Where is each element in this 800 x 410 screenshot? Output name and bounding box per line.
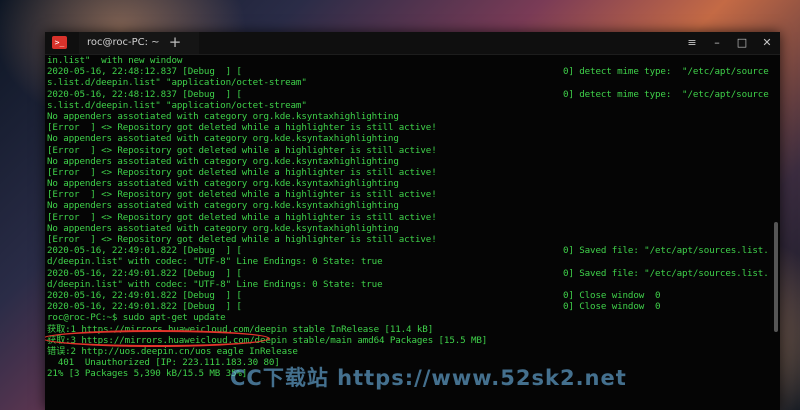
terminal-line-text: 2020-05-16, 22:49:01.822 [Debug ] [ [47,289,242,301]
terminal-line-text: No appenders assotiated with category or… [47,110,399,122]
terminal-line: [Error ] <> Repository got deleted while… [45,145,773,156]
terminal-line: No appenders assotiated with category or… [45,133,773,144]
terminal-line: 2020-05-16, 22:48:12.837 [Debug ] [ 0] de… [45,66,773,77]
terminal-line-right-text: 0] Saved file: "/etc/apt/sources.list. [563,245,769,257]
terminal-line-text: [Error ] <> Repository got deleted while… [47,211,437,223]
terminal-line: s.list.d/deepin.list" "application/octet… [45,77,773,88]
terminal-line-text: No appenders assotiated with category or… [47,133,399,145]
terminal-line-text: No appenders assotiated with category or… [47,155,399,167]
menu-icon[interactable]: ≡ [680,32,704,54]
terminal-line: roc@roc-PC:~$ sudo apt-get update [45,312,773,323]
terminal-line: s.list.d/deepin.list" "application/octet… [45,100,773,111]
terminal-line-right-text: 0] Close window 0 [563,301,661,313]
terminal-window: >_ roc@roc-PC: ~ + ≡ – □ ✕ in.list" with… [45,32,780,410]
highlight-oval [45,330,270,347]
scrollbar[interactable] [774,222,778,332]
terminal-line: d/deepin.list" with codec: "UTF-8" Line … [45,279,773,290]
terminal-line: [Error ] <> Repository got deleted while… [45,189,773,200]
terminal-line: [Error ] <> Repository got deleted while… [45,234,773,245]
terminal-line-text: [Error ] <> Repository got deleted while… [47,122,437,134]
terminal-line-text: No appenders assotiated with category or… [47,178,399,190]
title-bar: >_ roc@roc-PC: ~ + ≡ – □ ✕ [45,32,780,55]
terminal-line: [Error ] <> Repository got deleted while… [45,167,773,178]
terminal-line: 2020-05-16, 22:49:01.822 [Debug ] [ 0] Sa… [45,245,773,256]
terminal-line: [Error ] <> Repository got deleted while… [45,122,773,133]
terminal-line-text: roc@roc-PC:~$ sudo apt-get update [47,312,226,324]
terminal-line-text: 2020-05-16, 22:49:01.822 [Debug ] [ [47,301,242,313]
terminal-line-right-text: 0] detect mime type: "/etc/apt/source [563,88,769,100]
terminal-line-right-text: 0] detect mime type: "/etc/apt/source [563,66,769,78]
terminal-output[interactable]: in.list" with new window 2020-05-16, 22:4… [45,55,773,410]
terminal-line-text: 2020-05-16, 22:48:12.837 [Debug ] [ [47,88,242,100]
terminal-line-right-text: 0] Saved file: "/etc/apt/sources.list. [563,267,769,279]
terminal-line: d/deepin.list" with codec: "UTF-8" Line … [45,256,773,267]
terminal-line-text: 21% [3 Packages 5,390 kB/15.5 MB 35%] [47,368,248,380]
terminal-line: No appenders assotiated with category or… [45,156,773,167]
terminal-line: in.list" with new window [45,55,773,66]
close-button[interactable]: ✕ [755,32,779,54]
terminal-line-text: No appenders assotiated with category or… [47,222,399,234]
terminal-line: 2020-05-16, 22:49:01.822 [Debug ] [ 0] Cl… [45,301,773,312]
terminal-line-text: [Error ] <> Repository got deleted while… [47,234,437,245]
terminal-line-text: [Error ] <> Repository got deleted while… [47,166,437,178]
terminal-line-text: in.list" with new window [47,55,183,66]
watermark-text: CC下载站 https://www.52sk2.net [230,366,627,390]
terminal-line: No appenders assotiated with category or… [45,200,773,211]
terminal-line-text: 错误:2 http://uos.deepin.cn/uos eagle InRe… [47,345,298,357]
terminal-line: No appenders assotiated with category or… [45,178,773,189]
terminal-line-text: 2020-05-16, 22:49:01.822 [Debug ] [ [47,267,242,279]
terminal-line: No appenders assotiated with category or… [45,223,773,234]
new-tab-button[interactable]: + [167,32,183,54]
minimize-button[interactable]: – [705,32,729,54]
terminal-line: 错误:2 http://uos.deepin.cn/uos eagle InRe… [45,346,773,357]
terminal-line-text: s.list.d/deepin.list" "application/octet… [47,99,307,111]
terminal-line: 2020-05-16, 22:49:01.822 [Debug ] [ 0] Sa… [45,268,773,279]
terminal-line: No appenders assotiated with category or… [45,111,773,122]
terminal-line-right-text: 0] Close window 0 [563,289,661,301]
terminal-line: 2020-05-16, 22:49:01.822 [Debug ] [ 0] Cl… [45,290,773,301]
terminal-line-text: [Error ] <> Repository got deleted while… [47,189,437,201]
terminal-line-text: 2020-05-16, 22:49:01.822 [Debug ] [ [47,245,242,257]
terminal-line-text: No appenders assotiated with category or… [47,200,399,212]
terminal-line-text: s.list.d/deepin.list" "application/octet… [47,77,307,89]
terminal-app-icon[interactable]: >_ [52,36,67,49]
terminal-line: [Error ] <> Repository got deleted while… [45,212,773,223]
terminal-line-text: d/deepin.list" with codec: "UTF-8" Line … [47,256,383,268]
terminal-line-text: [Error ] <> Repository got deleted while… [47,144,437,156]
terminal-line-text: 2020-05-16, 22:48:12.837 [Debug ] [ [47,66,242,78]
terminal-line-text: d/deepin.list" with codec: "UTF-8" Line … [47,278,383,290]
terminal-line: 2020-05-16, 22:48:12.837 [Debug ] [ 0] de… [45,89,773,100]
maximize-button[interactable]: □ [730,32,754,54]
